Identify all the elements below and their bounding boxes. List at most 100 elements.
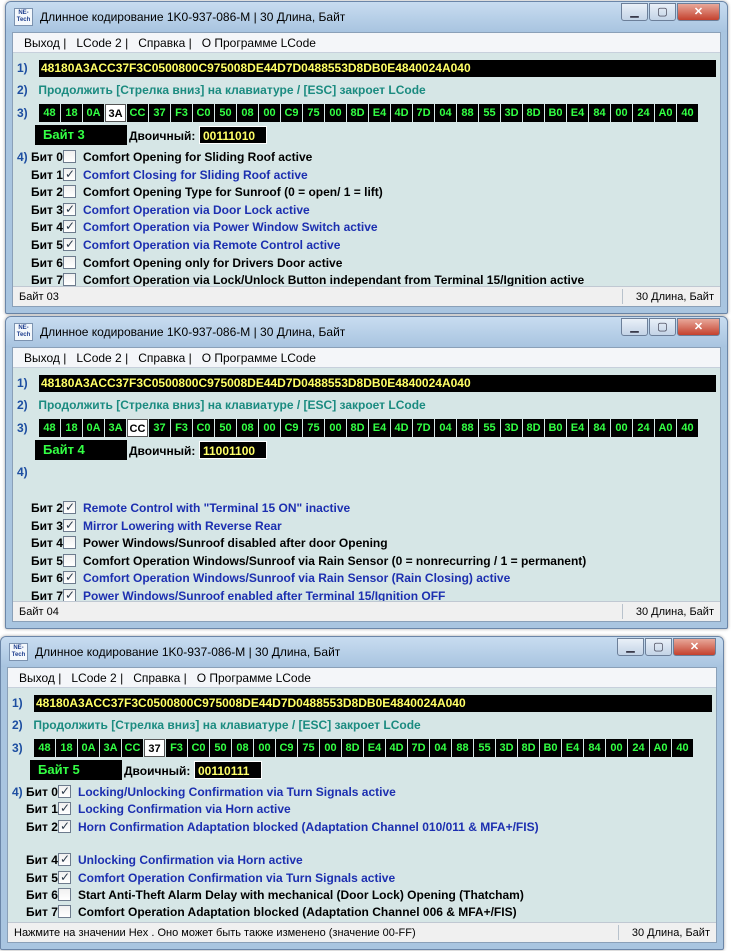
byte-cell[interactable]: 75 (303, 419, 324, 437)
byte-cell[interactable]: 0A (78, 739, 99, 757)
byte-cell[interactable]: B0 (545, 104, 566, 122)
minimize-icon[interactable]: ▁ (621, 318, 648, 336)
bit-checkbox[interactable]: ✓ (63, 167, 76, 181)
bit-checkbox[interactable] (63, 553, 76, 567)
minimize-icon[interactable]: ▁ (621, 3, 648, 21)
byte-cell[interactable]: 8D (342, 739, 363, 757)
bit-checkbox[interactable] (63, 536, 76, 550)
bit-checkbox[interactable]: ✓ (58, 870, 71, 884)
menu-exit[interactable]: Выход | (14, 671, 66, 685)
byte-cell[interactable]: 37 (144, 739, 165, 757)
byte-cell[interactable]: 00 (606, 739, 627, 757)
byte-cell[interactable]: A0 (655, 104, 676, 122)
byte-cell[interactable]: 88 (452, 739, 473, 757)
byte-cell[interactable]: A0 (650, 739, 671, 757)
binary-value-field[interactable]: 00111010 (199, 126, 267, 144)
bit-checkbox[interactable]: ✓ (63, 219, 76, 234)
minimize-icon[interactable]: ▁ (617, 638, 644, 656)
bit-checkbox[interactable]: ✓ (63, 202, 76, 216)
byte-cell[interactable]: C9 (281, 104, 302, 122)
bit-checkbox[interactable] (58, 905, 71, 919)
byte-cell[interactable]: 18 (61, 104, 82, 122)
bit-checkbox[interactable]: ✓ (63, 518, 76, 532)
bit-checkbox[interactable] (63, 273, 76, 287)
bit-checkbox[interactable]: ✓ (63, 570, 76, 585)
title-bar[interactable]: NE-Tech Длинное кодирование 1K0-937-086-… (1, 637, 723, 667)
byte-cell[interactable]: 18 (61, 419, 82, 437)
byte-cell[interactable]: 75 (298, 739, 319, 757)
byte-cell[interactable]: C0 (188, 739, 209, 757)
menu-about[interactable]: О Программе LCode (197, 351, 321, 365)
byte-cell[interactable]: E4 (369, 104, 390, 122)
byte-cell[interactable]: 75 (303, 104, 324, 122)
byte-cell[interactable]: 88 (457, 419, 478, 437)
hex-string-field[interactable]: 48180A3ACC37F3C0500800C975008DE44D7D0488… (34, 695, 712, 712)
byte-cell[interactable]: 04 (435, 419, 456, 437)
byte-cell[interactable]: 7D (413, 104, 434, 122)
maximize-icon[interactable]: ▢ (645, 638, 672, 656)
byte-cell[interactable]: 4D (391, 419, 412, 437)
menu-help[interactable]: Справка | (128, 671, 192, 685)
byte-cell[interactable]: C9 (281, 419, 302, 437)
byte-cell[interactable]: 48 (34, 739, 55, 757)
maximize-icon[interactable]: ▢ (649, 3, 676, 21)
bit-checkbox[interactable] (63, 255, 76, 269)
hex-string-field[interactable]: 48180A3ACC37F3C0500800C975008DE44D7D0488… (39, 375, 716, 392)
close-icon[interactable]: ✕ (677, 318, 720, 336)
byte-cell[interactable]: 3A (105, 104, 126, 122)
menu-exit[interactable]: Выход | (19, 351, 71, 365)
close-icon[interactable]: ✕ (673, 638, 716, 656)
byte-cell[interactable]: 7D (413, 419, 434, 437)
bit-checkbox[interactable]: ✓ (58, 784, 71, 798)
bit-checkbox[interactable]: ✓ (58, 819, 71, 833)
byte-cell[interactable]: CC (122, 739, 143, 757)
byte-cell[interactable]: 50 (210, 739, 231, 757)
byte-cell[interactable]: 24 (633, 104, 654, 122)
maximize-icon[interactable]: ▢ (649, 318, 676, 336)
byte-cell[interactable]: A0 (655, 419, 676, 437)
byte-cell[interactable]: C9 (276, 739, 297, 757)
byte-cell[interactable]: E4 (567, 419, 588, 437)
byte-cell[interactable]: 84 (589, 104, 610, 122)
menu-lcode2[interactable]: LCode 2 | (71, 351, 133, 365)
byte-cell[interactable]: 08 (237, 104, 258, 122)
byte-cell[interactable]: F3 (166, 739, 187, 757)
byte-cell[interactable]: 24 (633, 419, 654, 437)
byte-cell[interactable]: 18 (56, 739, 77, 757)
byte-cell[interactable]: 0A (83, 104, 104, 122)
byte-cell[interactable]: 84 (589, 419, 610, 437)
byte-cell[interactable]: 3D (501, 104, 522, 122)
byte-cell[interactable]: 0A (83, 419, 104, 437)
title-bar[interactable]: NE-Tech Длинное кодирование 1K0-937-086-… (6, 317, 727, 347)
bit-checkbox[interactable] (58, 888, 71, 901)
binary-value-field[interactable]: 11001100 (199, 441, 267, 459)
byte-cell[interactable]: 84 (584, 739, 605, 757)
menu-lcode2[interactable]: LCode 2 | (71, 36, 133, 50)
byte-cell[interactable]: B0 (540, 739, 561, 757)
byte-cell[interactable]: 55 (479, 419, 500, 437)
binary-value-field[interactable]: 00110111 (194, 761, 262, 779)
byte-cell[interactable]: 3D (496, 739, 517, 757)
byte-cell[interactable]: 55 (474, 739, 495, 757)
byte-cell[interactable]: 40 (677, 104, 698, 122)
byte-cell[interactable]: 37 (149, 104, 170, 122)
byte-cell[interactable]: 40 (672, 739, 693, 757)
bit-checkbox[interactable] (63, 150, 76, 163)
menu-about[interactable]: О Программе LCode (192, 671, 316, 685)
menu-lcode2[interactable]: LCode 2 | (66, 671, 128, 685)
menu-exit[interactable]: Выход | (19, 36, 71, 50)
byte-cell[interactable]: 8D (523, 104, 544, 122)
byte-cell[interactable]: 8D (347, 419, 368, 437)
byte-cell[interactable]: 24 (628, 739, 649, 757)
byte-cell[interactable]: E4 (369, 419, 390, 437)
byte-cell[interactable]: E4 (364, 739, 385, 757)
byte-cell[interactable]: 00 (259, 104, 280, 122)
bit-checkbox[interactable]: ✓ (58, 852, 71, 867)
byte-cell[interactable]: 48 (39, 104, 60, 122)
bit-checkbox[interactable]: ✓ (63, 237, 76, 251)
byte-cell[interactable]: 88 (457, 104, 478, 122)
byte-cell[interactable]: 00 (325, 104, 346, 122)
byte-cell[interactable]: 00 (611, 104, 632, 122)
byte-cell[interactable]: 04 (430, 739, 451, 757)
byte-cell[interactable]: 00 (320, 739, 341, 757)
